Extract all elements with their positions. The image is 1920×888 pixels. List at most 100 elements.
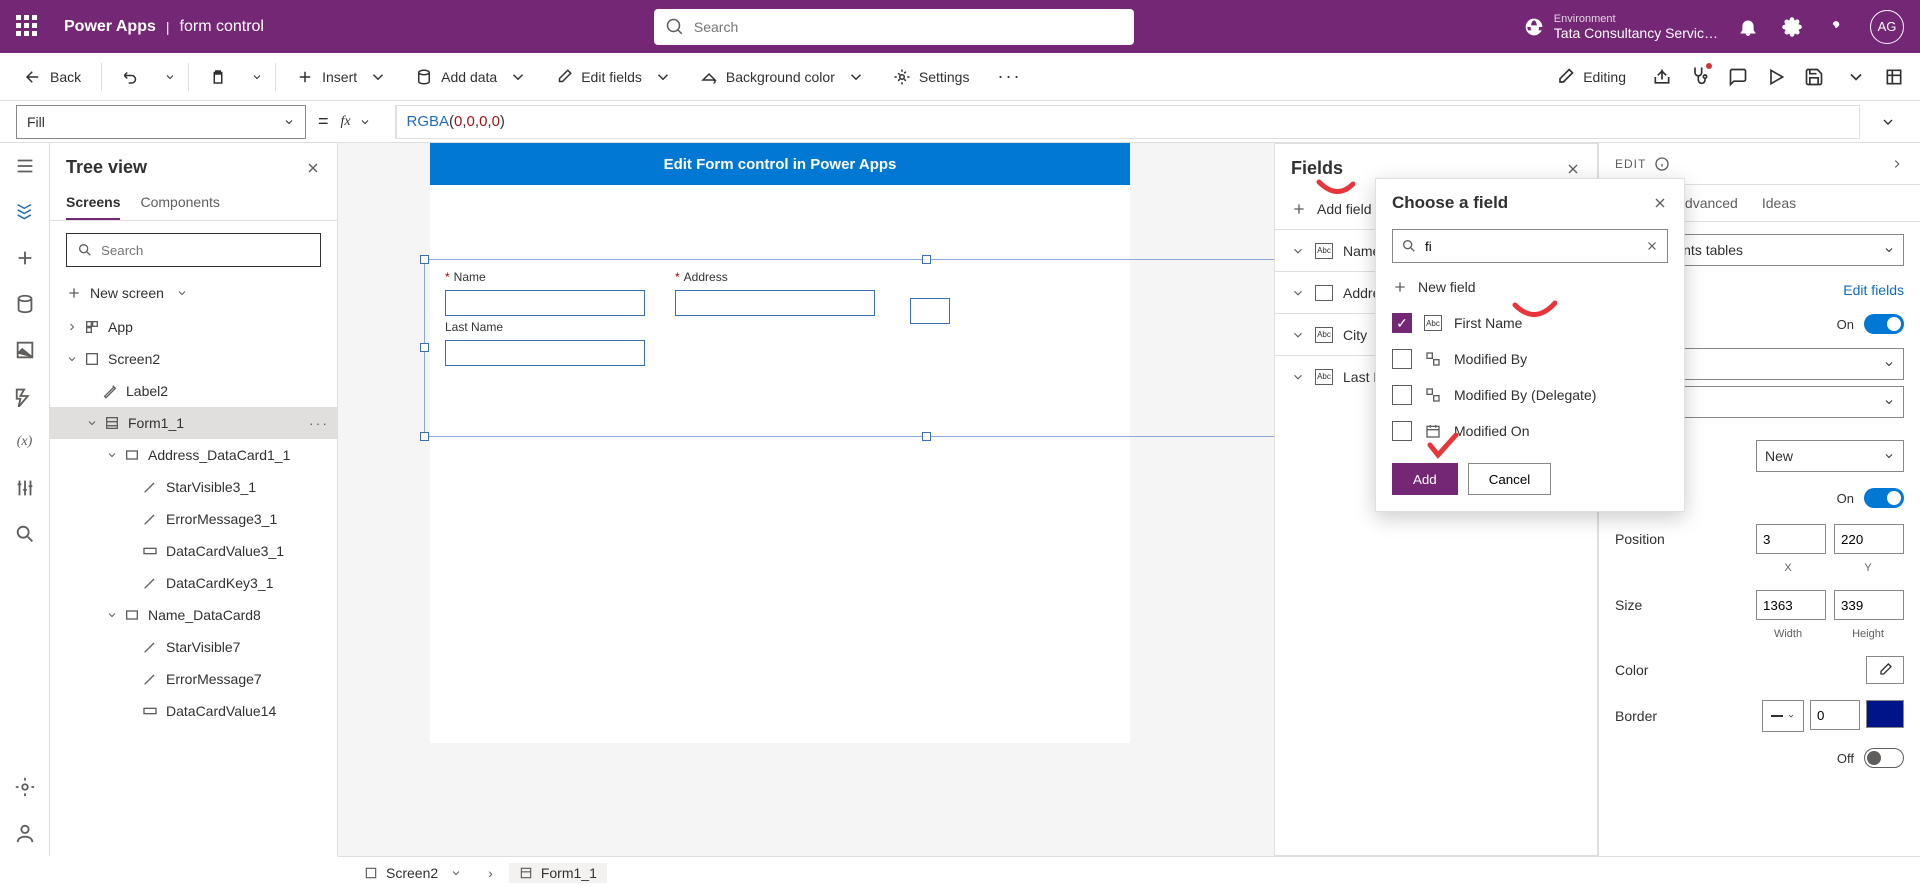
more-button[interactable]: ··· (989, 60, 1029, 93)
info-icon[interactable] (1654, 156, 1670, 172)
position-y-input[interactable] (1834, 524, 1904, 554)
tree-node-form1[interactable]: Form1_1 ··· (50, 407, 337, 439)
field-option-modifiedon[interactable]: Modified On (1376, 413, 1684, 449)
settings-rail-icon[interactable] (14, 776, 36, 798)
media-pane-icon[interactable] (14, 339, 36, 361)
tab-ideas[interactable]: Ideas (1762, 195, 1796, 221)
datacard-input-partial[interactable] (910, 298, 950, 324)
breadcrumb-form1[interactable]: Form1_1 (509, 863, 607, 883)
defaultmode-select[interactable]: New (1756, 440, 1904, 472)
editing-mode[interactable]: Editing (1547, 61, 1634, 93)
tree-node-dcv3[interactable]: DataCardValue3_1 (50, 535, 337, 567)
add-button[interactable]: Add (1392, 463, 1458, 495)
field-option-modifiedby-delegate[interactable]: Modified By (Delegate) (1376, 377, 1684, 413)
play-icon[interactable] (1766, 67, 1786, 87)
tree-node-app[interactable]: App (50, 311, 337, 343)
save-icon[interactable] (1804, 67, 1824, 87)
snap-toggle[interactable] (1864, 314, 1904, 334)
formula-bar[interactable]: RGBA(0, 0, 0, 0) (395, 105, 1860, 139)
undo-dropdown[interactable] (164, 71, 176, 83)
notifications-icon[interactable] (1738, 17, 1758, 37)
comments-icon[interactable] (1728, 67, 1748, 87)
paste-button[interactable] (201, 62, 235, 92)
breadcrumb-screen2[interactable]: Screen2 (354, 863, 472, 883)
search-pane-icon[interactable] (14, 523, 36, 545)
tree-node-name-datacard[interactable]: Name_DataCard8 (50, 599, 337, 631)
tree-node-em3[interactable]: ErrorMessage3_1 (50, 503, 337, 535)
fx-button[interactable]: fx (341, 114, 383, 130)
size-height-input[interactable] (1834, 590, 1904, 620)
edit-fields-button[interactable]: Edit fields (547, 62, 680, 92)
advanced-tools-icon[interactable] (14, 477, 36, 499)
environment-picker[interactable]: Environment Tata Consultancy Servic… (1524, 13, 1718, 41)
clear-search-icon[interactable] (1645, 239, 1659, 253)
power-automate-icon[interactable] (14, 385, 36, 407)
text-type-icon: Abc (1424, 315, 1442, 331)
settings-button[interactable]: Settings (885, 62, 978, 92)
popover-search[interactable] (1392, 229, 1668, 263)
tree-search[interactable] (66, 233, 321, 267)
toggle-off[interactable] (1864, 748, 1904, 768)
tab-components[interactable]: Components (140, 186, 219, 220)
close-tree-icon[interactable] (305, 160, 321, 176)
user-avatar[interactable]: AG (1870, 10, 1904, 44)
variables-icon[interactable]: (x) (14, 431, 36, 453)
tree-node-sv3[interactable]: StarVisible3_1 (50, 471, 337, 503)
border-width-input[interactable] (1810, 700, 1860, 730)
hamburger-icon[interactable] (14, 155, 36, 177)
global-search[interactable] (654, 9, 1134, 45)
popover-search-input[interactable] (1425, 239, 1637, 254)
datacard-input-address[interactable] (675, 290, 875, 316)
close-fields-icon[interactable] (1565, 161, 1581, 177)
new-field-button[interactable]: New field (1376, 269, 1684, 305)
size-width-input[interactable] (1756, 590, 1826, 620)
position-x-input[interactable] (1756, 524, 1826, 554)
border-style-select[interactable] (1762, 700, 1804, 732)
data-pane-icon[interactable] (14, 293, 36, 315)
app-launcher[interactable] (16, 15, 40, 39)
new-screen-button[interactable]: New screen (50, 279, 337, 311)
insert-button[interactable]: Insert (288, 62, 395, 92)
more-icon[interactable]: ··· (309, 415, 329, 431)
undo-button[interactable] (114, 62, 148, 92)
background-color-button[interactable]: Background color (692, 62, 873, 92)
publish-icon[interactable] (1884, 67, 1904, 87)
insert-pane-icon[interactable] (14, 247, 36, 269)
cancel-button[interactable]: Cancel (1468, 463, 1552, 495)
share-icon[interactable] (1652, 67, 1672, 87)
property-selector[interactable]: Fill (16, 105, 306, 139)
tree-node-sv7[interactable]: StarVisible7 (50, 631, 337, 663)
tree-node-dcv14[interactable]: DataCardValue14 (50, 695, 337, 727)
close-popover-icon[interactable] (1652, 195, 1668, 211)
save-dropdown[interactable] (1846, 67, 1866, 87)
tab-screens[interactable]: Screens (66, 186, 120, 220)
checkbox-checked[interactable] (1392, 313, 1412, 333)
checkbox[interactable] (1392, 349, 1412, 369)
visible-toggle[interactable] (1864, 488, 1904, 508)
checkbox[interactable] (1392, 385, 1412, 405)
tree-view-icon[interactable] (14, 201, 36, 223)
tree-node-dck3[interactable]: DataCardKey3_1 (50, 567, 337, 599)
field-option-modifiedby[interactable]: Modified By (1376, 341, 1684, 377)
datacard-input-name[interactable] (445, 290, 645, 316)
search-input[interactable] (694, 19, 1122, 35)
color-picker[interactable] (1866, 656, 1904, 684)
tree-node-em7[interactable]: ErrorMessage7 (50, 663, 337, 695)
chevron-right-icon[interactable] (1890, 157, 1904, 171)
paste-dropdown[interactable] (251, 71, 263, 83)
add-data-button[interactable]: Add data (407, 62, 535, 92)
help-icon[interactable] (1826, 17, 1846, 37)
tree-node-label2[interactable]: Label2 (50, 375, 337, 407)
tree-node-address-datacard[interactable]: Address_DataCard1_1 (50, 439, 337, 471)
datacard-input-lastname[interactable] (445, 340, 645, 366)
checkbox[interactable] (1392, 421, 1412, 441)
tree-search-input[interactable] (101, 243, 310, 258)
app-checker-button[interactable] (1690, 65, 1710, 88)
ask-virtual-agent-icon[interactable] (14, 822, 36, 844)
expand-formula-button[interactable] (1872, 106, 1904, 138)
border-color-swatch[interactable] (1866, 700, 1904, 728)
back-button[interactable]: Back (16, 62, 89, 92)
field-option-firstname[interactable]: AbcFirst Name (1376, 305, 1684, 341)
settings-icon[interactable] (1782, 17, 1802, 37)
tree-node-screen2[interactable]: Screen2 (50, 343, 337, 375)
